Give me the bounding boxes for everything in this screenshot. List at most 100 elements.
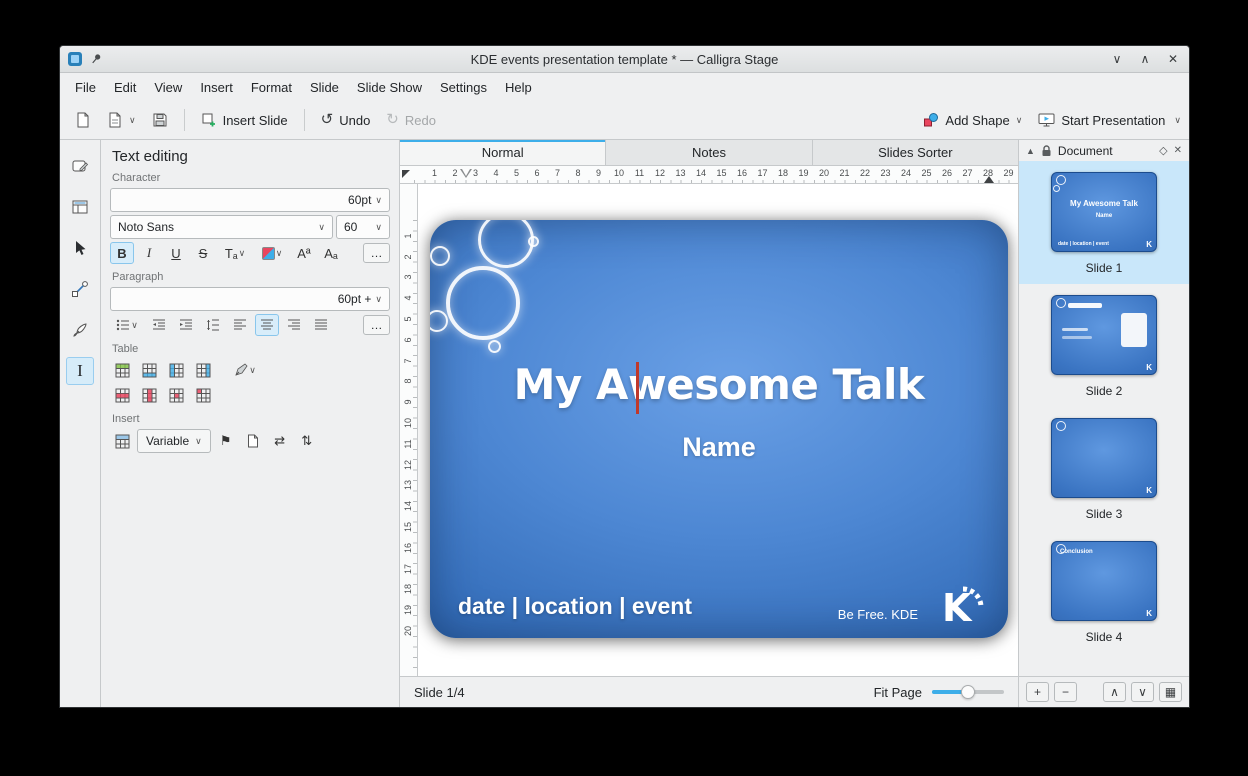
align-right-button[interactable] bbox=[282, 314, 306, 336]
save-button[interactable] bbox=[145, 107, 175, 133]
close-docker-icon[interactable]: ✕ bbox=[1174, 145, 1182, 156]
align-left-button[interactable] bbox=[228, 314, 252, 336]
titlebar[interactable]: KDE events presentation template * — Cal… bbox=[60, 46, 1189, 73]
variable-dropdown-button[interactable]: Variable ∨ bbox=[137, 429, 211, 453]
bold-button[interactable]: B bbox=[110, 242, 134, 264]
tab-notes[interactable]: Notes bbox=[606, 140, 812, 165]
ruler-number: 13 bbox=[403, 478, 413, 492]
toolbar-overflow-icon[interactable]: ∨ bbox=[1174, 116, 1181, 124]
menu-format[interactable]: Format bbox=[242, 76, 301, 99]
insert-slide-button[interactable]: Insert Slide bbox=[194, 107, 295, 133]
strikethrough-button[interactable]: S bbox=[191, 242, 215, 264]
new-document-button[interactable] bbox=[68, 107, 98, 133]
split-cells-button[interactable] bbox=[191, 384, 215, 406]
paragraph-style-combobox[interactable]: 60pt + ∨ bbox=[110, 287, 390, 311]
slide-1-thumbnail[interactable]: My Awesome Talk Name date | location | e… bbox=[1051, 172, 1157, 252]
slide-item-1[interactable]: My Awesome Talk Name date | location | e… bbox=[1019, 161, 1189, 284]
subscript-button[interactable]: Aₐ bbox=[319, 242, 343, 264]
insert-row-below-button[interactable] bbox=[137, 359, 161, 381]
open-document-button[interactable]: ∨ bbox=[100, 107, 143, 133]
chevron-down-icon: ∨ bbox=[375, 223, 382, 231]
slide-overview-button[interactable]: ▦ bbox=[1159, 682, 1182, 702]
slide-subtitle-textbox[interactable]: Name bbox=[430, 432, 1008, 463]
minimize-button[interactable]: ∨ bbox=[1109, 52, 1125, 66]
slide-layout-tool[interactable] bbox=[66, 193, 94, 221]
menu-file[interactable]: File bbox=[66, 76, 105, 99]
collapse-icon[interactable]: ▲ bbox=[1026, 146, 1035, 156]
text-tool[interactable]: I bbox=[66, 357, 94, 385]
slide-page[interactable]: My Awesome Talk Name date | location | e… bbox=[430, 220, 1008, 638]
lock-icon[interactable] bbox=[1041, 145, 1052, 157]
more-paragraph-options-button[interactable]: … bbox=[363, 315, 390, 335]
zoom-mode-label[interactable]: Fit Page bbox=[874, 685, 922, 700]
menu-slide-show[interactable]: Slide Show bbox=[348, 76, 431, 99]
font-size-combobox[interactable]: 60 ∨ bbox=[336, 215, 390, 239]
insert-bookmark-button[interactable]: ⚑ bbox=[214, 430, 238, 452]
shape-edit-tool[interactable] bbox=[66, 152, 94, 180]
menu-view[interactable]: View bbox=[145, 76, 191, 99]
change-case-button[interactable]: Tₐ ∨ bbox=[218, 242, 252, 264]
text-flow-button[interactable]: ⇅ bbox=[295, 430, 319, 452]
move-slide-up-button[interactable]: ∧ bbox=[1103, 682, 1126, 702]
list-style-button[interactable]: ∨ bbox=[110, 314, 144, 336]
italic-button[interactable]: I bbox=[137, 242, 161, 264]
text-color-button[interactable]: ∨ bbox=[255, 242, 289, 264]
insert-column-left-button[interactable] bbox=[164, 359, 188, 381]
table-border-pen-button[interactable]: ∨ bbox=[226, 359, 264, 381]
zoom-slider[interactable] bbox=[932, 683, 1004, 701]
float-icon[interactable]: ◇ bbox=[1159, 144, 1167, 157]
slide-item-4[interactable]: Conclusion K Slide 4 bbox=[1019, 530, 1189, 653]
connection-tool[interactable] bbox=[66, 275, 94, 303]
menu-slide[interactable]: Slide bbox=[301, 76, 348, 99]
tab-slides-sorter[interactable]: Slides Sorter bbox=[813, 140, 1018, 165]
delete-column-button[interactable] bbox=[137, 384, 161, 406]
add-shape-button[interactable]: Add Shape ∨ bbox=[916, 107, 1029, 133]
superscript-button[interactable]: Aª bbox=[292, 242, 316, 264]
slide-item-2[interactable]: K Slide 2 bbox=[1019, 284, 1189, 407]
start-presentation-button[interactable]: Start Presentation bbox=[1031, 107, 1172, 133]
line-spacing-button[interactable] bbox=[201, 314, 225, 336]
merge-cells-button[interactable] bbox=[164, 384, 188, 406]
calligraphy-tool[interactable] bbox=[66, 316, 94, 344]
menu-edit[interactable]: Edit bbox=[105, 76, 145, 99]
selection-tool[interactable] bbox=[66, 234, 94, 262]
decrease-indent-button[interactable] bbox=[147, 314, 171, 336]
move-slide-down-button[interactable]: ∨ bbox=[1131, 682, 1154, 702]
ruler-number: 19 bbox=[403, 603, 413, 617]
slide-title-textbox[interactable]: My Awesome Talk bbox=[430, 360, 1008, 409]
character-style-combobox[interactable]: 60pt ∨ bbox=[110, 188, 390, 212]
remove-slide-button[interactable]: − bbox=[1054, 682, 1077, 702]
horizontal-ruler[interactable]: 1234567891011121314151617181920212223242… bbox=[400, 166, 1018, 184]
insert-frame-button[interactable] bbox=[241, 430, 265, 452]
increase-indent-button[interactable] bbox=[174, 314, 198, 336]
vertical-ruler[interactable]: 1234567891011121314151617181920 bbox=[400, 184, 418, 676]
insert-column-right-button[interactable] bbox=[191, 359, 215, 381]
slide-footer-textbox[interactable]: date | location | event bbox=[458, 593, 692, 620]
font-family-combobox[interactable]: Noto Sans ∨ bbox=[110, 215, 333, 239]
close-button[interactable]: ✕ bbox=[1165, 52, 1181, 66]
insert-row-above-button[interactable] bbox=[110, 359, 134, 381]
slide-2-thumbnail[interactable]: K bbox=[1051, 295, 1157, 375]
underline-button[interactable]: U bbox=[164, 242, 188, 264]
align-justify-button[interactable] bbox=[309, 314, 333, 336]
menu-help[interactable]: Help bbox=[496, 76, 541, 99]
ruler-number: 2 bbox=[403, 250, 413, 264]
undo-button[interactable]: ↺ Undo bbox=[314, 108, 378, 133]
slide-item-3[interactable]: K Slide 3 bbox=[1019, 407, 1189, 530]
menu-insert[interactable]: Insert bbox=[191, 76, 242, 99]
slide-4-thumbnail[interactable]: Conclusion K bbox=[1051, 541, 1157, 621]
pin-icon[interactable] bbox=[90, 53, 102, 65]
maximize-button[interactable]: ∧ bbox=[1137, 52, 1153, 66]
more-character-options-button[interactable]: … bbox=[363, 243, 390, 263]
zoom-slider-handle[interactable] bbox=[961, 685, 975, 699]
text-direction-button[interactable]: ⇄ bbox=[268, 430, 292, 452]
menu-settings[interactable]: Settings bbox=[431, 76, 496, 99]
insert-table-button[interactable] bbox=[110, 430, 134, 452]
add-slide-button[interactable]: + bbox=[1026, 682, 1049, 702]
align-center-button[interactable] bbox=[255, 314, 279, 336]
redo-button[interactable]: ↻ Redo bbox=[379, 108, 443, 133]
slide-canvas[interactable]: My Awesome Talk Name date | location | e… bbox=[418, 184, 1018, 676]
tab-normal[interactable]: Normal bbox=[400, 140, 606, 165]
delete-row-button[interactable] bbox=[110, 384, 134, 406]
slide-3-thumbnail[interactable]: K bbox=[1051, 418, 1157, 498]
